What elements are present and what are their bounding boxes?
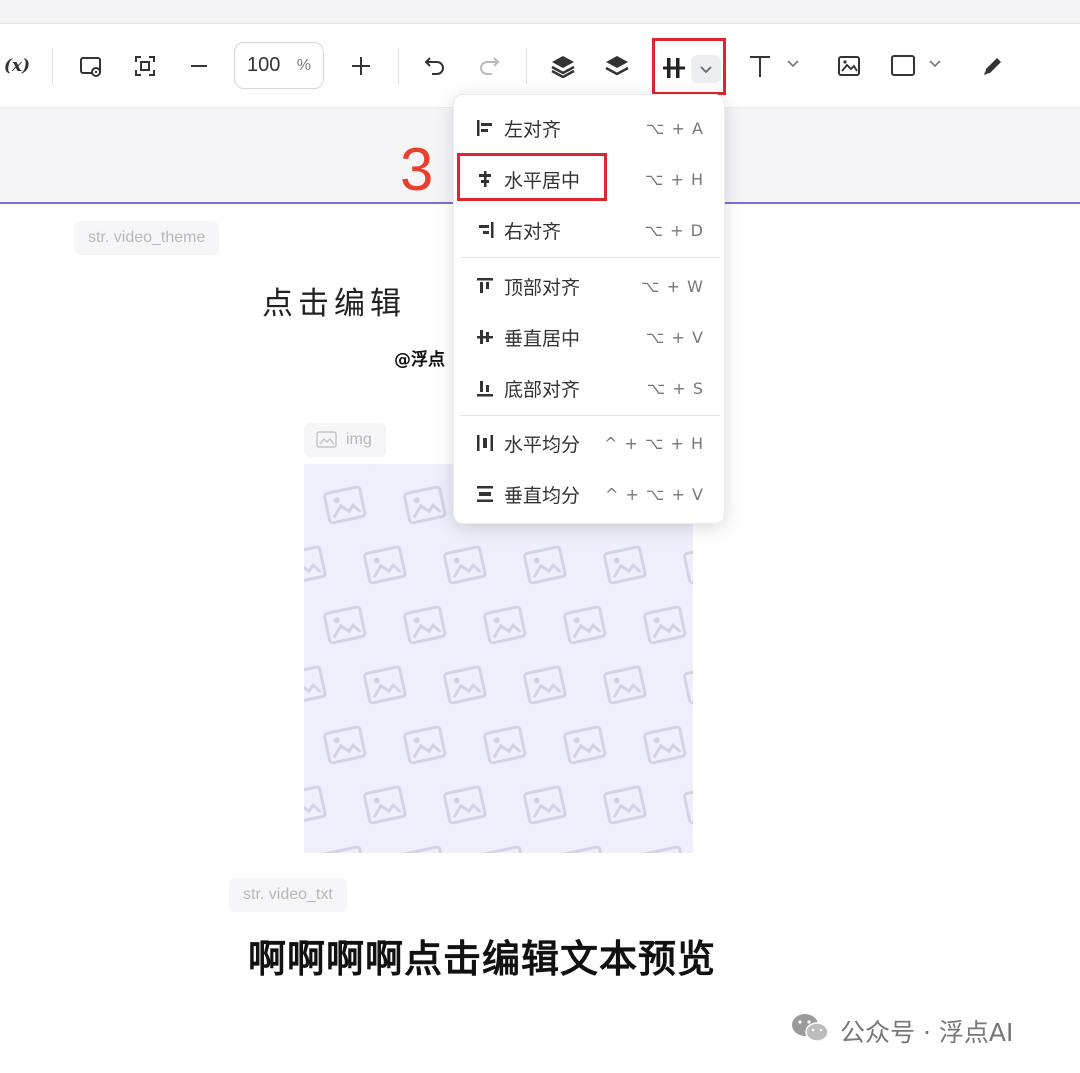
distribute-horizontal-icon xyxy=(474,432,496,454)
watermark-text: 公众号 · 浮点AI xyxy=(840,1018,1014,1047)
img-tag-label: img xyxy=(346,431,372,448)
menu-item-label: 垂直均分 xyxy=(504,484,581,507)
minus-icon xyxy=(191,65,207,67)
wechat-icon xyxy=(790,1011,830,1051)
chevron-down-icon xyxy=(700,66,712,74)
menu-item-shortcut: ⌥ + D xyxy=(644,220,704,240)
highlight-box xyxy=(457,153,607,201)
align-button[interactable] xyxy=(652,38,726,95)
text-tool-button[interactable] xyxy=(744,48,804,84)
variable-label: (x) xyxy=(3,56,31,76)
redo-button[interactable] xyxy=(472,48,506,84)
menu-item-shortcut: ⌥ + S xyxy=(646,378,704,398)
zoom-out-button[interactable] xyxy=(182,48,216,84)
menu-item-align-bottom[interactable]: 底部对齐 ⌥ + S xyxy=(460,366,720,410)
shape-tool-button[interactable] xyxy=(888,48,948,84)
menu-item-distribute-vertical[interactable]: 垂直均分 ^ + ⌥ + V xyxy=(460,472,720,516)
rectangle-icon xyxy=(891,55,941,76)
video-txt-text[interactable]: 啊啊啊啊点击编辑文本预览 xyxy=(248,928,716,983)
menu-divider xyxy=(460,257,720,258)
menu-item-align-right[interactable]: 右对齐 ⌥ + D xyxy=(460,208,720,252)
menu-item-shortcut: ^ + ⌥ + V xyxy=(605,484,704,504)
plus-icon xyxy=(352,57,370,75)
theme-field-tag: str. video_theme xyxy=(74,221,220,255)
menu-item-label: 垂直居中 xyxy=(504,327,581,350)
zoom-value: 100 xyxy=(247,54,281,76)
image-icon xyxy=(316,431,337,448)
step-number: 3 xyxy=(400,136,434,203)
pen-tool-button[interactable] xyxy=(976,48,1010,84)
undo-button[interactable] xyxy=(418,48,452,84)
frame-settings-button[interactable] xyxy=(74,48,108,84)
toolbar-divider xyxy=(526,48,527,84)
img-field-tag: img xyxy=(304,423,386,457)
toolbar-divider xyxy=(52,48,53,84)
toolbar-divider xyxy=(398,48,399,84)
menu-item-label: 右对齐 xyxy=(504,220,562,243)
frame-settings-icon xyxy=(80,57,101,77)
image-tool-button[interactable] xyxy=(832,48,866,84)
menu-item-shortcut: ⌥ + A xyxy=(646,118,704,138)
txt-field-tag: str. video_txt xyxy=(229,878,347,912)
bring-forward-button[interactable] xyxy=(546,48,580,84)
watermark: 公众号 · 浮点AI xyxy=(790,1012,1013,1050)
align-left-icon xyxy=(474,117,496,139)
zoom-unit: % xyxy=(296,56,311,74)
menu-item-label: 顶部对齐 xyxy=(504,276,581,299)
align-right-icon xyxy=(474,219,496,241)
align-top-icon xyxy=(474,275,496,297)
menu-item-label: 水平均分 xyxy=(504,433,581,456)
align-dropdown-toggle[interactable] xyxy=(691,55,721,83)
align-bottom-icon xyxy=(474,377,496,399)
layers-up-icon xyxy=(551,56,575,78)
redo-icon xyxy=(480,57,500,75)
variable-button[interactable]: (x) xyxy=(0,48,34,84)
zoom-in-button[interactable] xyxy=(344,48,378,84)
zoom-input[interactable]: 100 % xyxy=(234,42,324,89)
menu-item-align-center-vertical[interactable]: 垂直居中 ⌥ + V xyxy=(460,315,720,359)
fit-screen-button[interactable] xyxy=(128,48,162,84)
pen-icon xyxy=(984,58,1001,75)
send-backward-button[interactable] xyxy=(600,48,634,84)
fit-screen-icon xyxy=(135,56,155,76)
menu-divider xyxy=(460,415,720,416)
text-icon xyxy=(750,56,799,77)
menu-item-shortcut: ⌥ + W xyxy=(641,276,704,296)
author-text[interactable]: @浮点 xyxy=(394,345,445,370)
menu-item-label: 左对齐 xyxy=(504,118,562,141)
menu-item-label: 底部对齐 xyxy=(504,378,581,401)
menu-item-shortcut: ⌥ + V xyxy=(646,327,704,347)
image-icon xyxy=(838,56,860,76)
video-theme-text[interactable]: 点击编辑 xyxy=(262,278,406,323)
window-top-strip xyxy=(0,0,1080,24)
menu-item-shortcut: ^ + ⌥ + H xyxy=(603,433,704,453)
undo-icon xyxy=(424,57,444,75)
distribute-vertical-icon xyxy=(474,483,496,505)
menu-item-shortcut: ⌥ + H xyxy=(644,169,704,189)
menu-item-align-left[interactable]: 左对齐 ⌥ + A xyxy=(460,106,720,150)
menu-item-distribute-horizontal[interactable]: 水平均分 ^ + ⌥ + H xyxy=(460,421,720,465)
layers-down-icon xyxy=(605,56,629,76)
menu-item-align-top[interactable]: 顶部对齐 ⌥ + W xyxy=(460,264,720,308)
align-center-vertical-icon xyxy=(661,55,687,81)
align-center-vertical-icon xyxy=(474,326,496,348)
